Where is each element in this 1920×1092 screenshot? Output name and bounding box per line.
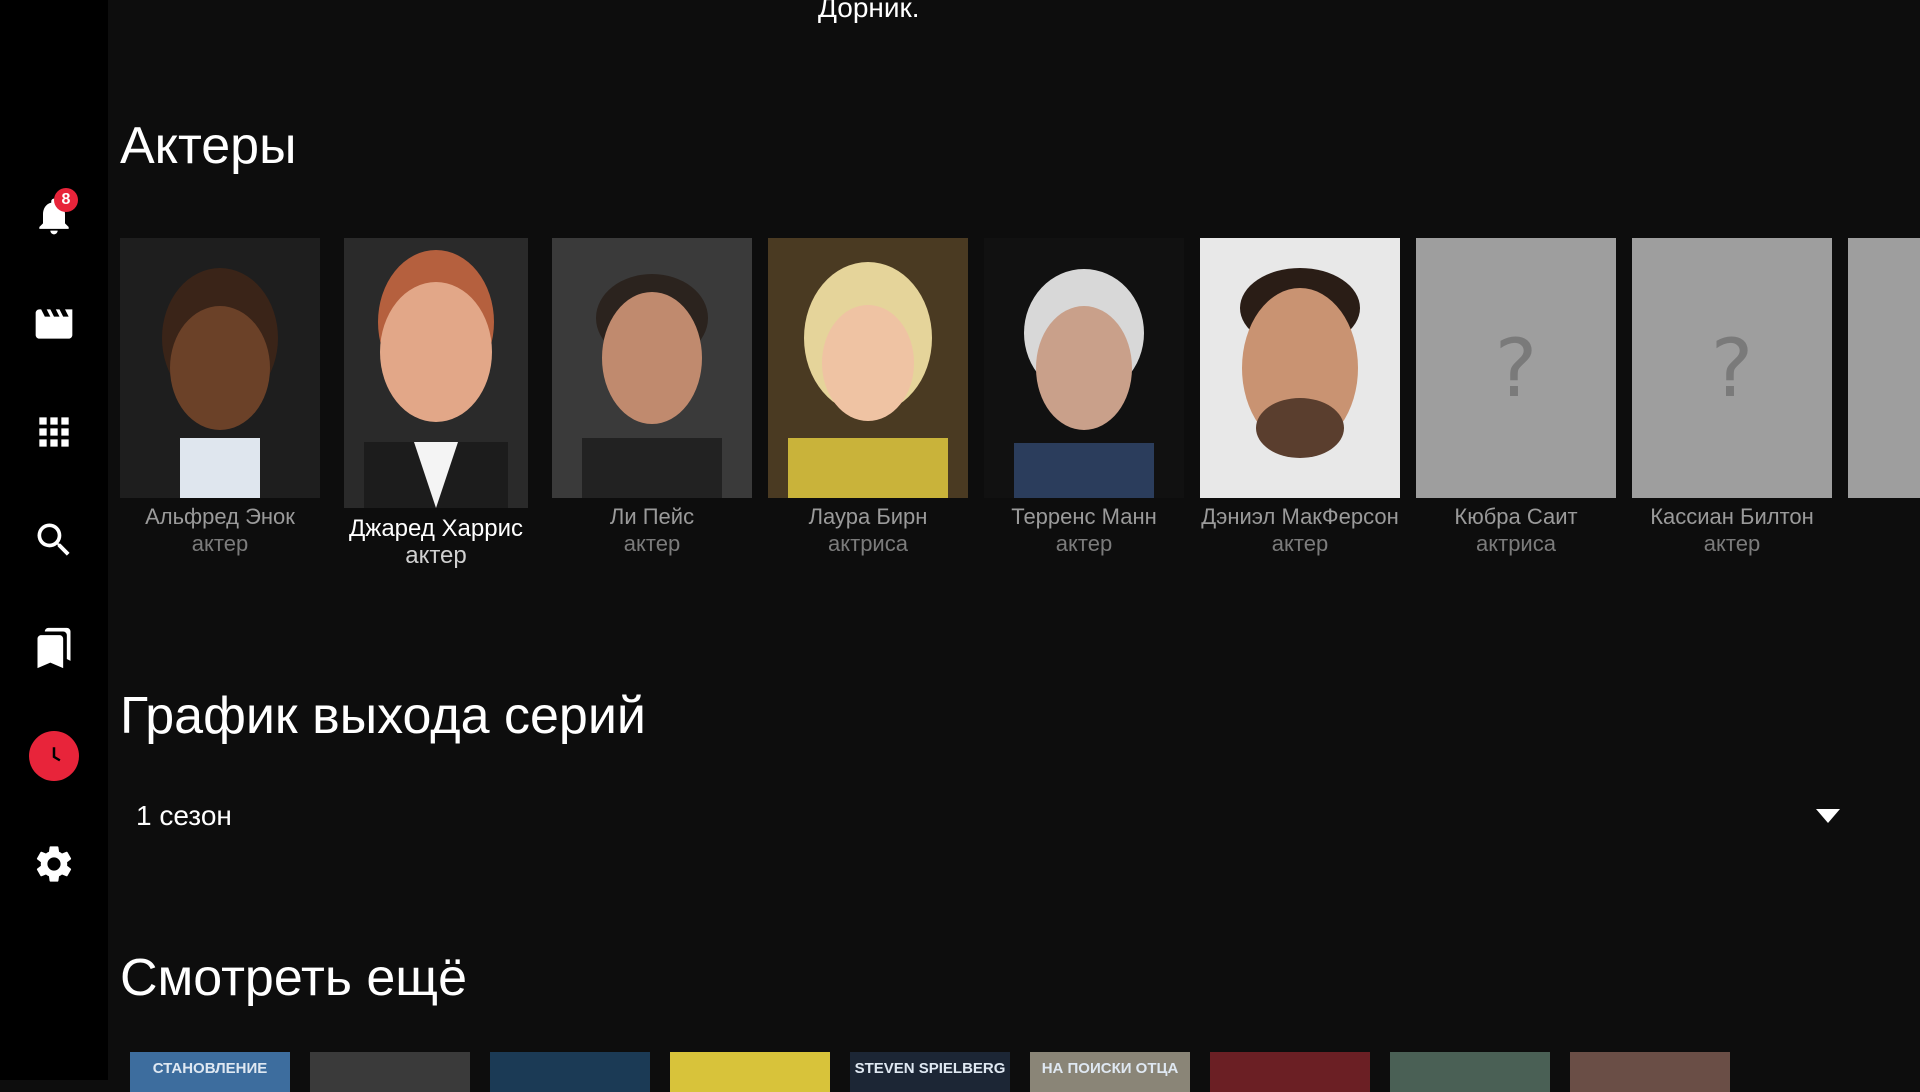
actor-portrait-image xyxy=(344,238,528,508)
notifications-button[interactable]: 8 xyxy=(24,186,84,246)
season-selected-value: 1 сезон xyxy=(136,800,232,831)
notifications-badge: 8 xyxy=(54,188,78,212)
question-mark-icon: ? xyxy=(1710,321,1754,415)
actor-card-focused[interactable]: Джаред Харрис актер xyxy=(336,238,536,570)
history-button[interactable] xyxy=(24,726,84,786)
bookmarks-button[interactable] xyxy=(24,618,84,678)
history-indicator xyxy=(29,731,79,781)
bookmarks-icon xyxy=(37,627,71,669)
actor-name: Л xyxy=(1848,504,1920,530)
poster-card[interactable]: СТАНОВЛЕНИЕ xyxy=(130,1052,290,1092)
actor-role: актер xyxy=(191,531,249,556)
actor-photo xyxy=(552,238,752,498)
actor-portrait-image xyxy=(768,238,968,498)
actor-name: Кюбра Саит xyxy=(1454,504,1578,529)
clock-icon xyxy=(52,747,61,762)
actor-name: Ли Пейс xyxy=(609,504,695,529)
poster-card[interactable]: STEVEN SPIELBERG xyxy=(850,1052,1010,1092)
season-dropdown[interactable]: 1 сезон xyxy=(120,780,1840,852)
actor-portrait-image xyxy=(552,238,752,498)
actor-portrait-image xyxy=(120,238,320,498)
schedule-title: График выхода серий xyxy=(120,687,646,745)
search-button[interactable] xyxy=(24,510,84,570)
chevron-down-icon xyxy=(1816,809,1840,823)
movie-icon xyxy=(35,309,73,339)
cast-title: Актеры xyxy=(120,117,297,175)
actor-photo xyxy=(1200,238,1400,498)
actor-card[interactable]: Лаура Бирн актриса xyxy=(768,238,968,558)
actor-name: Дэниэл МакФерсон xyxy=(1201,504,1399,529)
main-content: Дорник. Актеры Альфред Энок актер Джаред… xyxy=(108,0,1920,1092)
actor-photo-placeholder: ? xyxy=(1632,238,1832,498)
apps-button[interactable] xyxy=(24,402,84,462)
poster-title: СТАНОВЛЕНИЕ xyxy=(152,1060,268,1077)
actor-card[interactable]: Л а xyxy=(1848,238,1920,558)
actor-card[interactable]: ? Кассиан Билтон актер xyxy=(1632,238,1832,558)
actor-photo-placeholder: ? xyxy=(1416,238,1616,498)
actor-card[interactable]: Терренс Манн актер xyxy=(984,238,1184,558)
actor-portrait-image xyxy=(984,238,1184,498)
description-tail: Дорник. xyxy=(818,0,920,23)
poster-card[interactable] xyxy=(670,1052,830,1092)
actor-name: Терренс Манн xyxy=(1011,504,1157,529)
actor-role: актер xyxy=(623,531,681,556)
poster-card[interactable] xyxy=(1210,1052,1370,1092)
question-mark-icon: ? xyxy=(1494,321,1538,415)
actor-name: Лаура Бирн xyxy=(808,504,928,529)
poster-title: НА ПОИСКИ ОТЦА xyxy=(1041,1060,1179,1077)
more-title: Смотреть ещё xyxy=(120,949,467,1007)
actor-name: Джаред Харрис xyxy=(349,515,523,542)
actor-photo xyxy=(984,238,1184,498)
actor-role: актер xyxy=(405,542,467,569)
poster-card[interactable] xyxy=(490,1052,650,1092)
actor-name: Альфред Энок xyxy=(145,504,295,529)
actor-name: Кассиан Билтон xyxy=(1650,504,1814,529)
movies-button[interactable] xyxy=(24,294,84,354)
poster-card[interactable]: НА ПОИСКИ ОТЦА xyxy=(1030,1052,1190,1092)
grid-icon xyxy=(39,417,69,447)
actor-role: а xyxy=(1848,530,1920,558)
search-icon xyxy=(37,523,70,556)
actor-photo xyxy=(768,238,968,498)
poster-card[interactable] xyxy=(1570,1052,1730,1092)
actor-photo xyxy=(344,238,528,508)
poster-title: STEVEN SPIELBERG xyxy=(854,1060,1006,1077)
actor-role: актер xyxy=(1271,531,1329,556)
poster-card[interactable] xyxy=(310,1052,470,1092)
actor-role: актер xyxy=(1703,531,1761,556)
actor-role: актер xyxy=(1055,531,1113,556)
actor-card[interactable]: Дэниэл МакФерсон актер xyxy=(1200,238,1400,558)
sidebar: 8 xyxy=(0,0,108,1080)
actor-role: актриса xyxy=(1476,531,1556,556)
gear-icon xyxy=(36,846,72,882)
actor-photo xyxy=(120,238,320,498)
poster-card[interactable] xyxy=(1390,1052,1550,1092)
actor-card[interactable]: Альфред Энок актер xyxy=(120,238,320,558)
actor-card[interactable]: ? Кюбра Саит актриса xyxy=(1416,238,1616,558)
cast-row: Альфред Энок актер Джаред Харрис актер Л… xyxy=(120,238,1920,598)
actor-photo-placeholder xyxy=(1848,238,1920,498)
settings-button[interactable] xyxy=(24,834,84,894)
actor-portrait-image xyxy=(1200,238,1400,498)
actor-role: актриса xyxy=(828,531,908,556)
actor-card[interactable]: Ли Пейс актер xyxy=(552,238,752,558)
